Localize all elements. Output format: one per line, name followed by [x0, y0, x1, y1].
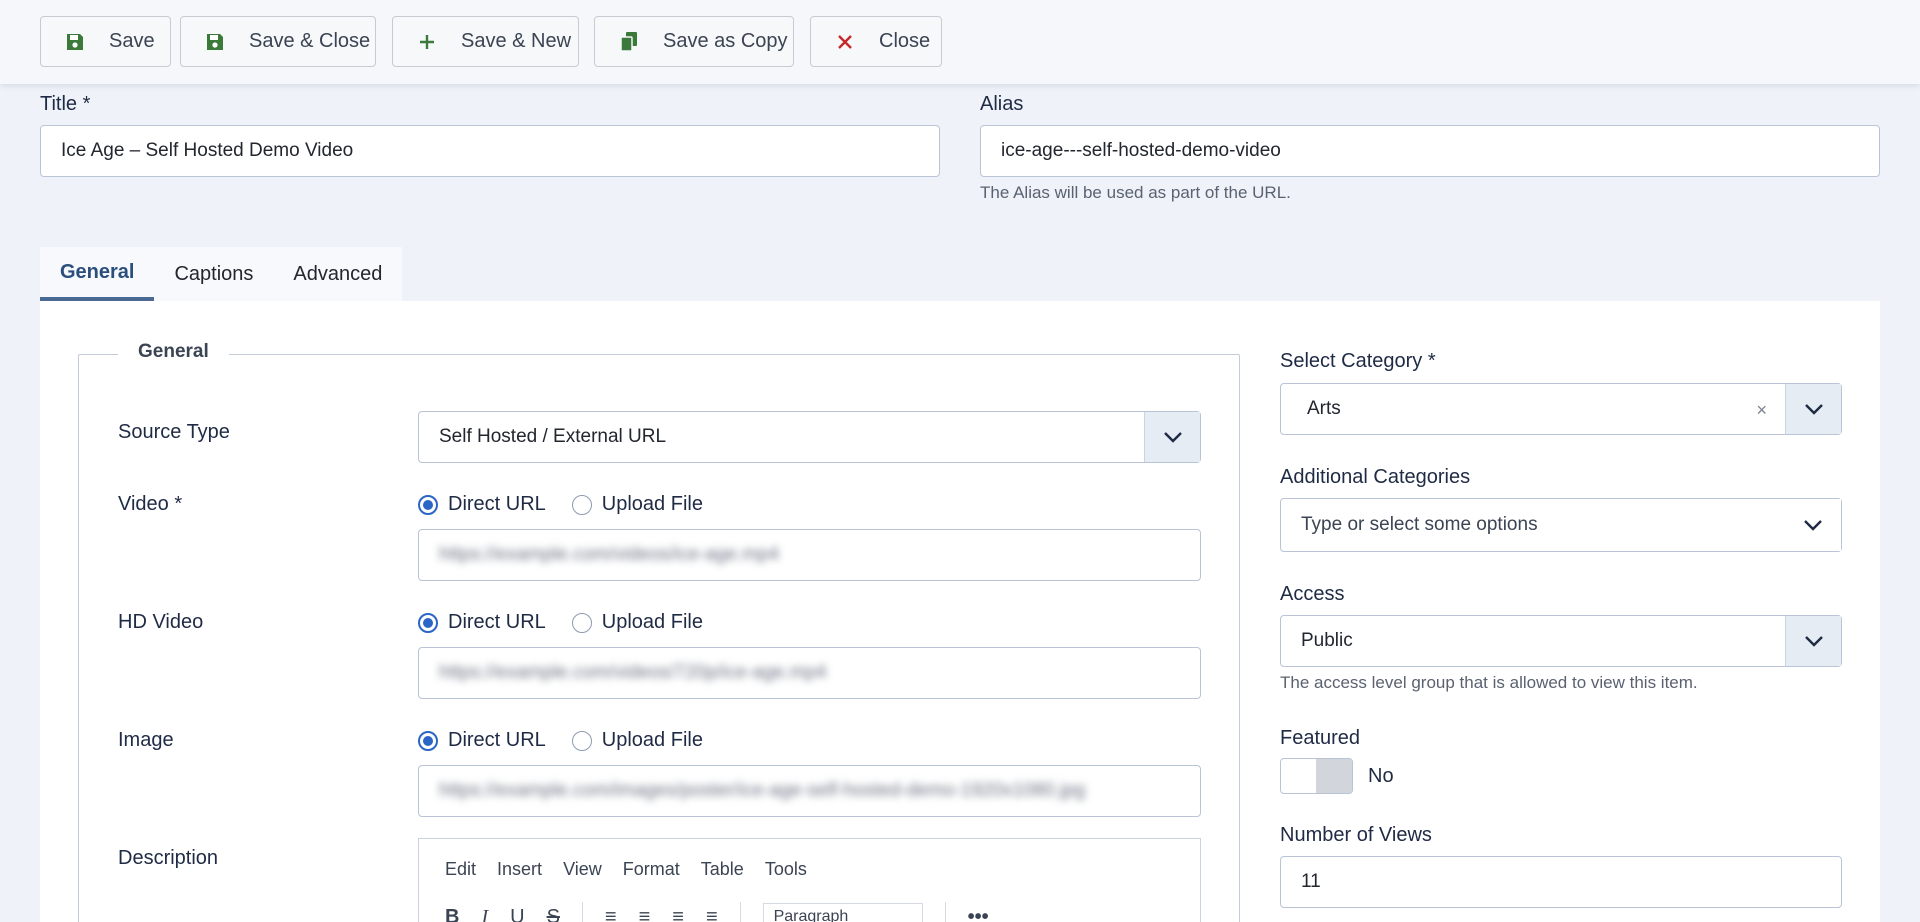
alias-input[interactable]: ice-age---self-hosted-demo-video [980, 125, 1880, 177]
format-select-value: Paragraph [773, 908, 849, 922]
hd-video-upload-file-label: Upload File [601, 611, 703, 633]
close-button[interactable]: Close [810, 16, 942, 67]
description-editor[interactable]: Edit Insert View Format Table Tools B I … [418, 838, 1201, 922]
title-label: Title * [40, 93, 91, 115]
editor-menu-tools[interactable]: Tools [765, 859, 807, 880]
video-label: Video * [118, 493, 183, 515]
source-type-value: Self Hosted / External URL [439, 426, 667, 447]
video-url-value: https://example.com/videos/ice-age.mp4 [439, 544, 780, 565]
toolbar: Save Save & Close Save & New Save as Cop… [0, 0, 1920, 84]
video-url-input[interactable]: https://example.com/videos/ice-age.mp4 [418, 529, 1201, 581]
alias-label: Alias [980, 93, 1024, 115]
views-label: Number of Views [1280, 824, 1432, 846]
hd-video-label: HD Video [118, 611, 204, 633]
image-upload-file-label: Upload File [601, 729, 703, 751]
editor-menu-format[interactable]: Format [623, 859, 680, 880]
image-url-value: https://example.com/images/poster/ice-ag… [439, 780, 1086, 801]
featured-label: Featured [1280, 727, 1361, 749]
additional-categories-select[interactable]: Type or select some options [1280, 498, 1842, 552]
access-label: Access [1280, 583, 1345, 605]
hd-video-upload-file-radio[interactable] [571, 612, 592, 633]
image-label: Image [118, 729, 174, 751]
video-upload-file-label: Upload File [601, 493, 703, 515]
tab-advanced[interactable]: Advanced [273, 247, 402, 301]
source-type-label: Source Type [118, 421, 230, 443]
align-justify-icon[interactable]: ≡ [706, 906, 718, 922]
tab-captions[interactable]: Captions [154, 247, 273, 301]
hd-video-url-value: https://example.com/videos/720p/ice-age.… [439, 662, 827, 683]
save-label: Save [109, 30, 155, 52]
access-hint: The access level group that is allowed t… [1280, 673, 1698, 692]
views-value: 11 [1301, 871, 1321, 892]
views-input[interactable]: 11 [1280, 856, 1842, 908]
save-button[interactable]: Save [40, 16, 171, 67]
close-icon [833, 30, 857, 54]
video-source-radios: Direct URL Upload File [418, 493, 703, 516]
more-icon[interactable]: ••• [968, 906, 989, 922]
access-value: Public [1301, 630, 1353, 651]
alias-value: ice-age---self-hosted-demo-video [1001, 140, 1281, 161]
title-input[interactable]: Ice Age – Self Hosted Demo Video [40, 125, 940, 177]
image-direct-url-radio[interactable] [418, 730, 438, 751]
chevron-down-icon [1785, 499, 1841, 551]
category-label: Select Category * [1280, 350, 1436, 372]
hd-video-source-radios: Direct URL Upload File [418, 611, 703, 634]
category-value: Arts [1307, 398, 1341, 419]
hd-video-direct-url-label: Direct URL [448, 611, 546, 633]
align-right-icon[interactable]: ≡ [672, 906, 684, 922]
chevron-down-icon [1785, 616, 1841, 666]
italic-icon[interactable]: I [481, 906, 488, 922]
description-label: Description [118, 847, 219, 869]
copy-icon [617, 30, 641, 54]
general-legend: General [118, 341, 229, 363]
save-close-label: Save & Close [249, 30, 371, 52]
tab-general[interactable]: General [40, 247, 155, 301]
featured-toggle[interactable] [1280, 758, 1353, 794]
save-new-button[interactable]: Save & New [392, 16, 579, 67]
save-close-button[interactable]: Save & Close [180, 16, 376, 67]
editor-menubar: Edit Insert View Format Table Tools [419, 839, 1200, 880]
plus-icon [415, 30, 439, 54]
close-label: Close [879, 30, 931, 52]
bold-icon[interactable]: B [445, 906, 459, 922]
chevron-down-icon [1144, 412, 1200, 462]
video-direct-url-radio[interactable] [418, 494, 438, 515]
tab-list: General Captions Advanced [40, 247, 403, 301]
floppy-disk-icon [203, 30, 227, 54]
chevron-down-icon [1785, 384, 1841, 434]
editor-menu-table[interactable]: Table [701, 859, 744, 880]
format-select[interactable]: Paragraph [762, 903, 923, 922]
save-copy-button[interactable]: Save as Copy [594, 16, 794, 67]
strikethrough-icon[interactable]: S [547, 906, 560, 922]
image-upload-file-radio[interactable] [571, 730, 592, 751]
save-new-label: Save & New [461, 30, 572, 52]
image-direct-url-label: Direct URL [448, 729, 546, 751]
hd-video-url-input[interactable]: https://example.com/videos/720p/ice-age.… [418, 647, 1201, 699]
editor-menu-edit[interactable]: Edit [445, 859, 476, 880]
align-left-icon[interactable]: ≡ [605, 906, 617, 922]
access-select[interactable]: Public [1280, 615, 1842, 667]
source-type-select[interactable]: Self Hosted / External URL [418, 411, 1201, 463]
additional-categories-label: Additional Categories [1280, 466, 1471, 488]
title-value: Ice Age – Self Hosted Demo Video [61, 140, 354, 161]
category-select[interactable]: Arts × [1280, 383, 1842, 435]
align-center-icon[interactable]: ≡ [639, 906, 651, 922]
additional-categories-placeholder: Type or select some options [1301, 514, 1538, 535]
hd-video-direct-url-radio[interactable] [418, 612, 438, 633]
underline-icon[interactable]: U [510, 906, 524, 922]
video-direct-url-label: Direct URL [448, 493, 546, 515]
featured-value: No [1368, 765, 1394, 787]
editor-menu-insert[interactable]: Insert [497, 859, 542, 880]
image-source-radios: Direct URL Upload File [418, 729, 703, 752]
clear-icon[interactable]: × [1756, 400, 1767, 421]
video-upload-file-radio[interactable] [571, 494, 592, 515]
editor-menu-view[interactable]: View [563, 859, 602, 880]
save-copy-label: Save as Copy [663, 30, 788, 52]
image-url-input[interactable]: https://example.com/images/poster/ice-ag… [418, 765, 1201, 817]
floppy-disk-icon [63, 30, 87, 54]
editor-toolbar: B I U S ≡ ≡ ≡ ≡ Paragraph ••• [419, 902, 1200, 922]
alias-hint: The Alias will be used as part of the UR… [980, 183, 1291, 202]
